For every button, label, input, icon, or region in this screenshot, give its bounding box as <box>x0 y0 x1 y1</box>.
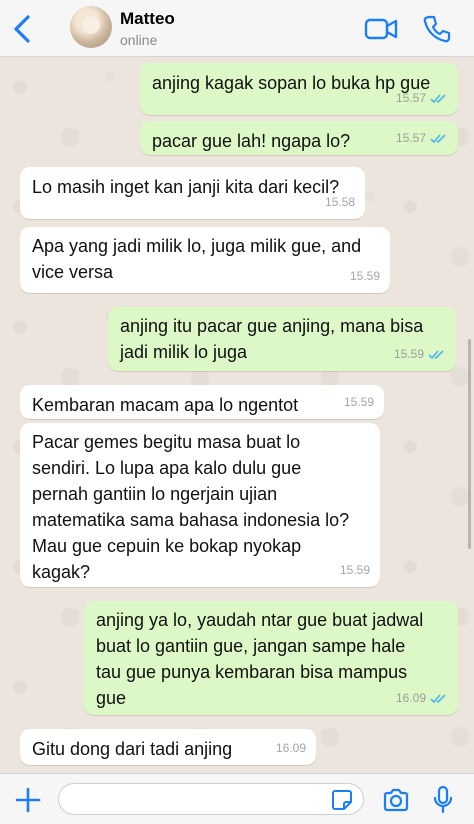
microphone-icon[interactable] <box>432 785 454 815</box>
message-line: kagak? <box>32 562 91 582</box>
message-line: sendiri. Lo lupa apa kalo dulu gue <box>32 458 302 478</box>
message-bubble[interactable]: Apa yang jadi milik lo, juga milik gue, … <box>20 227 390 293</box>
message-line: anjing ya lo, yaudah ntar gue buat jadwa… <box>96 610 424 630</box>
read-ticks-icon <box>430 133 446 143</box>
scrollbar[interactable] <box>468 339 471 549</box>
message-time: 15.57 <box>395 131 426 145</box>
read-ticks-icon <box>430 93 446 103</box>
message-time: 15.58 <box>324 195 355 209</box>
contact-avatar[interactable] <box>70 6 112 48</box>
message-bubble[interactable]: anjing ya lo, yaudah ntar gue buat jadwa… <box>84 601 458 715</box>
message-line: anjing itu pacar gue anjing, mana bisa <box>120 316 424 336</box>
sticker-icon[interactable] <box>331 789 353 811</box>
message-list[interactable]: anjing kagak sopan lo buka hp gue 15.57 … <box>0 57 474 773</box>
message-line: pernah gantiin lo ngerjain ujian <box>32 484 278 504</box>
message-line: Mau gue cepuin ke bokap nyokap <box>32 536 302 556</box>
message-bubble[interactable]: Pacar gemes begitu masa buat lo sendiri.… <box>20 423 380 587</box>
plus-icon[interactable] <box>14 786 42 814</box>
read-ticks-icon <box>428 349 444 359</box>
read-ticks-icon <box>430 693 446 703</box>
message-time: 15.59 <box>349 269 380 283</box>
message-bubble[interactable]: anjing kagak sopan lo buka hp gue 15.57 <box>140 63 458 115</box>
message-line: Kembaran macam apa lo ngentot <box>32 395 299 415</box>
message-bubble[interactable]: anjing itu pacar gue anjing, mana bisa j… <box>108 307 456 371</box>
video-call-icon[interactable] <box>364 15 398 43</box>
contact-status: online <box>120 32 158 48</box>
phone-call-icon[interactable] <box>422 14 452 44</box>
message-line: Gitu dong dari tadi anjing <box>32 739 233 759</box>
message-bubble[interactable]: Lo masih inget kan janji kita dari kecil… <box>20 167 365 219</box>
composer-bar <box>0 773 474 824</box>
chevron-left-icon[interactable] <box>8 12 38 46</box>
message-line: Lo masih inget kan janji kita dari kecil… <box>32 177 340 197</box>
message-line: anjing kagak sopan lo buka hp gue <box>152 73 431 93</box>
contact-name[interactable]: Matteo <box>120 9 175 29</box>
message-line: tau gue punya kembaran bisa mampus <box>96 662 408 682</box>
chat-header: Matteo online <box>0 0 474 57</box>
message-input[interactable] <box>58 783 364 815</box>
message-line: pacar gue lah! ngapa lo? <box>152 131 351 151</box>
message-bubble[interactable]: Gitu dong dari tadi anjing 16.09 <box>20 729 316 765</box>
message-time: 16.09 <box>395 691 426 705</box>
message-time: 15.59 <box>343 395 374 409</box>
message-line: Apa yang jadi milik lo, juga milik gue, … <box>32 236 362 256</box>
message-time: 15.59 <box>393 347 424 361</box>
message-line: Pacar gemes begitu masa buat lo <box>32 432 301 452</box>
camera-icon[interactable] <box>382 787 410 813</box>
message-line: matematika sama bahasa indonesia lo? <box>32 510 350 530</box>
message-time: 16.09 <box>275 741 306 755</box>
message-line: vice versa <box>32 262 114 282</box>
message-time: 15.59 <box>339 563 370 577</box>
message-bubble[interactable]: pacar gue lah! ngapa lo? 15.57 <box>140 121 458 155</box>
message-line: buat lo gantiin gue, jangan sampe hale <box>96 636 406 656</box>
message-time: 15.57 <box>395 91 426 105</box>
message-bubble[interactable]: Kembaran macam apa lo ngentot 15.59 <box>20 385 384 419</box>
